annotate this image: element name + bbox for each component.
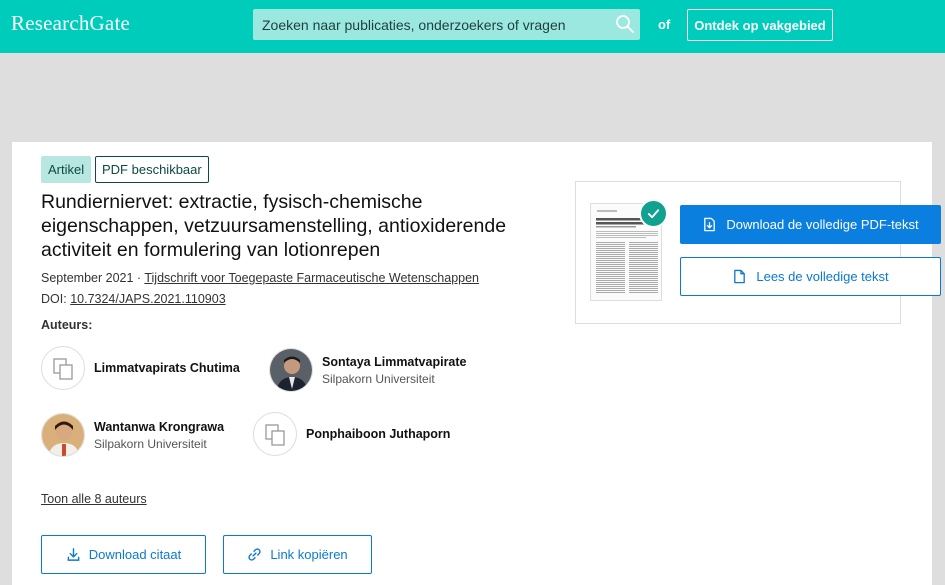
publication-date: September 2021 (41, 271, 134, 285)
publication-meta: September 2021 · Tijdschrift voor Toegep… (41, 271, 479, 285)
author-avatar (41, 413, 85, 457)
author-affiliation: Silpakorn Universiteit (322, 372, 435, 386)
pdf-download-icon (704, 217, 716, 232)
download-citation-label: Download citaat (88, 547, 182, 562)
search-input[interactable] (253, 9, 608, 40)
author-placeholder-avatar (253, 412, 297, 456)
top-bar: ResearchGate of Ontdek op vakgebied (0, 0, 945, 53)
article-type-badge: Artikel (41, 156, 92, 183)
read-full-text-button[interactable]: Lees de volledige tekst (680, 257, 941, 296)
link-icon (248, 548, 261, 561)
author-name[interactable]: Ponphaiboon Juthaporn (306, 427, 450, 441)
researchgate-logo[interactable]: ResearchGate (11, 11, 130, 36)
author-avatar (269, 348, 313, 392)
download-citation-button[interactable]: Download citaat (41, 535, 206, 574)
explore-by-field-button[interactable]: Ontdek op vakgebied (687, 9, 833, 41)
copy-link-button[interactable]: Link kopiëren (223, 535, 372, 574)
read-full-text-label: Lees de volledige tekst (756, 269, 889, 284)
search-box (253, 9, 640, 40)
or-text: of (658, 17, 671, 32)
download-pdf-label: Download de volledige PDF-tekst (726, 217, 919, 232)
doi-line: DOI: 10.7324/JAPS.2021.110903 (41, 292, 226, 306)
author-item[interactable]: Sontaya Limmatvapirate Silpakorn Univers… (269, 348, 479, 394)
author-name[interactable]: Limmatvapirats Chutima (94, 361, 240, 375)
document-icon (734, 269, 746, 284)
search-icon[interactable] (615, 14, 635, 34)
doi-label: DOI: (41, 292, 67, 306)
author-item[interactable]: Limmatvapirats Chutima (41, 346, 251, 392)
pdf-available-badge: PDF beschikbaar (95, 156, 209, 183)
author-placeholder-avatar (41, 346, 85, 390)
author-item[interactable]: Wantanwa Krongrawa Silpakorn Universitei… (41, 413, 251, 459)
download-pdf-button[interactable]: Download de volledige PDF-tekst (680, 205, 941, 244)
doi-link[interactable]: 10.7324/JAPS.2021.110903 (70, 292, 225, 306)
check-icon (639, 199, 668, 228)
author-name[interactable]: Wantanwa Krongrawa (94, 420, 224, 434)
author-name[interactable]: Sontaya Limmatvapirate (322, 355, 467, 369)
show-all-authors-link[interactable]: Toon alle 8 auteurs (41, 492, 147, 506)
authors-heading: Auteurs: (41, 318, 93, 332)
meta-separator: · (136, 271, 142, 285)
download-icon (67, 548, 80, 561)
author-affiliation: Silpakorn Universiteit (94, 437, 207, 451)
author-item[interactable]: Ponphaiboon Juthaporn (253, 412, 473, 458)
copy-link-label: Link kopiëren (270, 547, 348, 562)
journal-link[interactable]: Tijdschrift voor Toegepaste Farmaceutisc… (144, 271, 479, 285)
publication-title: Rundierniervet: extractie, fysisch-chemi… (41, 191, 507, 261)
